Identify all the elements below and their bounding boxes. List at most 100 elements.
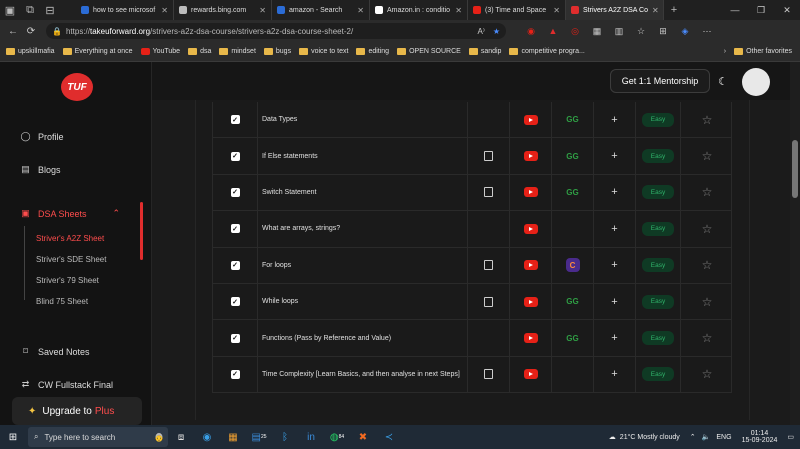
copilot-icon[interactable]: ◈ [674,22,696,40]
sheet-link-blind75[interactable]: Blind 75 Sheet [36,297,88,306]
whatsapp-icon[interactable]: ◍ 84 [324,425,350,449]
browser-tab[interactable]: Strivers A2Z DSA Co ✕ [566,0,664,20]
sheet-link-79[interactable]: Striver's 79 Sheet [36,276,99,285]
sheet-link-sde[interactable]: Striver's SDE Sheet [36,255,106,264]
sidebar-item-cw-fullstack[interactable]: ⇄ CW Fullstack Final [20,379,113,390]
back-icon[interactable]: ← [4,22,22,40]
browser-tab[interactable]: amazon - Search ✕ [272,0,370,20]
completed-checkbox[interactable]: ✓ [230,151,240,161]
minimize-icon[interactable]: — [722,0,748,20]
collections-icon[interactable]: ⊞ [652,22,674,40]
youtube-icon[interactable] [523,260,538,271]
other-favorites[interactable]: Other favorites [734,48,792,55]
close-tab-icon[interactable]: ✕ [353,6,364,15]
sidebar-item-profile[interactable]: ◯ Profile [20,131,63,142]
add-note-icon[interactable]: + [608,331,622,345]
article-icon[interactable] [484,369,493,380]
add-note-icon[interactable]: + [608,185,622,199]
gfg-icon[interactable]: GG [566,188,578,197]
completed-checkbox[interactable]: ✓ [230,369,240,379]
bookmark-item[interactable]: OPEN SOURCE [397,48,461,55]
close-window-icon[interactable]: ✕ [774,0,800,20]
add-note-icon[interactable]: + [608,295,622,309]
weather-text[interactable]: 21°C Mostly cloudy [620,434,680,441]
vscode-icon[interactable]: ≺ [376,425,402,449]
tray-chevron-icon[interactable]: ⌃ [690,433,696,441]
widgets-icon[interactable]: ▤ 25 [246,425,272,449]
mentorship-button[interactable]: Get 1:1 Mentorship [610,69,710,93]
browser-profile-icon[interactable]: ▣ [0,0,20,20]
bookmark-item[interactable]: upskillmafia [6,48,55,55]
xampp-icon[interactable]: ✖ [350,425,376,449]
favorite-star-icon[interactable]: ★ [493,27,500,36]
completed-checkbox[interactable]: ✓ [230,260,240,270]
completed-checkbox[interactable]: ✓ [230,297,240,307]
extension-icon-4[interactable]: ▦ [586,22,608,40]
tab-actions-icon[interactable]: ⊟ [40,0,60,20]
youtube-icon[interactable] [523,187,538,198]
store-icon[interactable]: ▦ [220,425,246,449]
maximize-icon[interactable]: ❐ [748,0,774,20]
completed-checkbox[interactable]: ✓ [230,187,240,197]
page-scrollbar[interactable] [790,62,800,425]
close-tab-icon[interactable]: ✕ [255,6,266,15]
bookmark-item[interactable]: voice to text [299,48,348,55]
chevron-up-icon[interactable]: ⌃ [113,208,121,219]
more-icon[interactable]: ⋯ [696,22,718,40]
bookmark-item[interactable]: sandip [468,48,501,55]
gfg-icon[interactable]: GG [566,115,578,124]
add-note-icon[interactable]: + [608,367,622,381]
upgrade-button[interactable]: ✦ Upgrade to Plus [12,397,142,425]
gfg-icon[interactable]: GG [566,297,578,306]
extension-icon-1[interactable]: ◉ [520,22,542,40]
close-tab-icon[interactable]: ✕ [549,6,560,15]
volume-icon[interactable]: 🔈 [702,433,711,441]
star-icon[interactable]: ☆ [702,149,713,163]
sheet-link-a2z[interactable]: Striver's A2Z Sheet [36,234,104,243]
taskbar-search-input[interactable]: ⌕ Type here to search 👵 [28,427,168,447]
gfg-icon[interactable]: GG [566,152,578,161]
star-icon[interactable]: ☆ [702,258,713,272]
add-note-icon[interactable]: + [608,113,622,127]
favorites-icon[interactable]: ☆ [630,22,652,40]
article-icon[interactable] [484,151,493,162]
avatar[interactable] [742,68,770,96]
windows-start-icon[interactable]: ⊞ [0,425,26,449]
bookmark-item[interactable]: dsa [188,48,211,55]
problem-name[interactable]: Switch Statement [258,174,468,211]
bookmark-item[interactable]: YouTube [140,48,180,55]
bookmark-item[interactable]: editing [356,48,389,55]
split-screen-icon[interactable]: ▥ [608,22,630,40]
sidebar-item-dsa-sheets[interactable]: ▣ DSA Sheets ⌃ [20,208,120,219]
article-icon[interactable] [484,260,493,271]
address-bar[interactable]: 🔒 https://takeuforward.org/strivers-a2z-… [46,23,506,39]
sidebar-item-saved-notes[interactable]: ⌑ Saved Notes [20,346,89,357]
close-tab-icon[interactable]: ✕ [451,6,462,15]
notifications-icon[interactable]: ▭ [787,433,794,441]
language-indicator[interactable]: ENG [716,434,731,441]
problem-name[interactable]: For loops [258,247,468,283]
tuf-logo[interactable]: TUF [61,73,93,101]
clock[interactable]: 01:14 15-09-2024 [742,430,778,444]
star-icon[interactable]: ☆ [702,185,713,199]
youtube-icon[interactable] [523,296,538,307]
new-tab-icon[interactable]: + [664,0,684,20]
star-icon[interactable]: ☆ [702,295,713,309]
gfg-icon[interactable]: GG [566,334,578,343]
add-note-icon[interactable]: + [608,222,622,236]
bluetooth-icon[interactable]: ᛒ [272,425,298,449]
task-view-icon[interactable]: ⧈ [168,425,194,449]
sidebar-item-blogs[interactable]: ▤ Blogs [20,164,60,175]
problem-name[interactable]: Functions (Pass by Reference and Value) [258,320,468,356]
scrollbar-thumb[interactable] [792,140,798,198]
edge-icon[interactable]: ◉ [194,425,220,449]
browser-tab[interactable]: Amazon.in : conditio ✕ [370,0,468,20]
moon-icon[interactable]: ☾ [716,74,730,88]
codingninjas-icon[interactable]: C [565,258,580,273]
youtube-icon[interactable] [523,114,538,125]
bookmark-item[interactable]: Everything at once [62,48,133,55]
add-note-icon[interactable]: + [608,149,622,163]
extension-icon-2[interactable]: ▲ [542,22,564,40]
completed-checkbox[interactable]: ✓ [230,115,240,125]
browser-tab[interactable]: (3) Time and Space ✕ [468,0,566,20]
